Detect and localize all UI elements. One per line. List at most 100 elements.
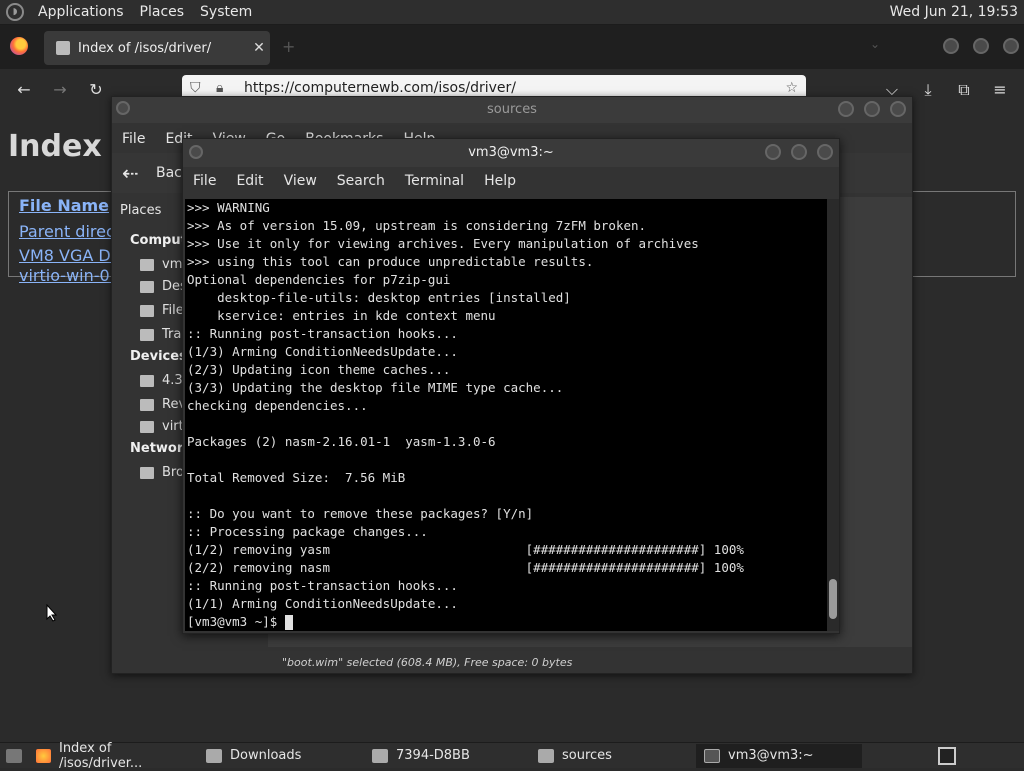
- drive-icon: [140, 398, 154, 411]
- terminal-menu-file[interactable]: File: [183, 169, 226, 193]
- fm-titlebar[interactable]: sources: [112, 97, 912, 123]
- terminal-title: vm3@vm3:~: [468, 145, 554, 160]
- menu-applications[interactable]: Applications: [30, 4, 132, 20]
- tab-list-icon[interactable]: ⌄: [870, 37, 880, 51]
- terminal-menu-icon[interactable]: [189, 145, 203, 159]
- network-icon: [140, 466, 154, 479]
- terminal-line: (1/2) removing yasm [###################…: [187, 542, 744, 557]
- sidebar-item[interactable]: Des: [140, 279, 187, 294]
- taskbar-item-active[interactable]: vm3@vm3:~: [696, 743, 862, 768]
- workspace-switcher-icon[interactable]: [938, 747, 956, 765]
- terminal-menu-search[interactable]: Search: [327, 169, 395, 193]
- browser-tab[interactable]: Index of /isos/driver/ ✕: [44, 31, 270, 65]
- close-tab-icon[interactable]: ✕: [248, 40, 270, 56]
- clock[interactable]: Wed Jun 21, 19:53: [890, 4, 1018, 20]
- show-desktop-icon[interactable]: [0, 744, 28, 768]
- terminal-menu-help[interactable]: Help: [474, 169, 526, 193]
- terminal-line: Total Removed Size: 7.56 MiB: [187, 470, 406, 485]
- fm-menu-icon[interactable]: [116, 101, 130, 115]
- sidebar-item[interactable]: 4.3: [140, 373, 183, 388]
- folder-icon: [538, 748, 554, 763]
- fm-close-icon[interactable]: [890, 101, 906, 117]
- fm-minimize-icon[interactable]: [838, 101, 854, 117]
- sidebar-item[interactable]: Tra: [140, 327, 181, 342]
- terminal-menu-edit[interactable]: Edit: [226, 169, 273, 193]
- menu-icon[interactable]: ≡: [988, 80, 1012, 99]
- table-row-link[interactable]: Parent direct: [19, 222, 121, 241]
- home-icon: [140, 258, 154, 271]
- url-text[interactable]: https://computernewb.com/isos/driver/: [244, 80, 516, 96]
- places-label[interactable]: Places: [120, 203, 161, 218]
- terminal-menu-terminal[interactable]: Terminal: [395, 169, 474, 193]
- forward-icon[interactable]: →: [48, 80, 72, 99]
- tab-title: Index of /isos/driver/: [78, 40, 212, 56]
- taskbar-item[interactable]: Index of /isos/driver...: [28, 741, 198, 771]
- sidebar-item[interactable]: Bro: [140, 465, 184, 480]
- terminal-titlebar[interactable]: vm3@vm3:~: [183, 139, 839, 167]
- table-row-link[interactable]: virtio-win-0.1: [19, 266, 125, 285]
- terminal-line: >>> using this tool can produce unpredic…: [187, 254, 594, 269]
- sidebar-item[interactable]: Rev: [140, 397, 186, 412]
- terminal-line: >>> WARNING: [187, 200, 270, 215]
- terminal-line: :: Do you want to remove these packages?…: [187, 506, 534, 521]
- terminal-scrollbar[interactable]: [827, 199, 839, 631]
- desktop-icon: [140, 280, 154, 293]
- terminal-line: (1/1) Arming ConditionNeedsUpdate...: [187, 596, 458, 611]
- distro-logo-icon[interactable]: ◗: [6, 3, 24, 21]
- maximize-icon[interactable]: [973, 38, 989, 54]
- taskbar-item[interactable]: 7394-D8BB: [364, 744, 530, 768]
- fm-menu-file[interactable]: File: [112, 125, 155, 153]
- terminal-line: :: Running post-transaction hooks...: [187, 326, 458, 341]
- taskbar-item[interactable]: Downloads: [198, 744, 364, 768]
- terminal-line: :: Running post-transaction hooks...: [187, 578, 458, 593]
- new-tab-icon[interactable]: +: [282, 37, 295, 56]
- terminal-line: Packages (2) nasm-2.16.01-1 yasm-1.3.0-6: [187, 434, 496, 449]
- firefox-icon: [36, 748, 51, 763]
- terminal-line: desktop-file-utils: desktop entries [ins…: [187, 290, 571, 305]
- table-row-link[interactable]: VM8 VGA Dr: [19, 246, 117, 265]
- taskbar-item[interactable]: sources: [530, 744, 696, 768]
- terminal-prompt[interactable]: [vm3@vm3 ~]$: [187, 613, 825, 631]
- terminal-output[interactable]: >>> WARNING >>> As of version 15.09, upst…: [185, 199, 827, 631]
- terminal-line: Optional dependencies for p7zip-gui: [187, 272, 451, 287]
- fm-maximize-icon[interactable]: [864, 101, 880, 117]
- fm-back-icon[interactable]: ⇠: [122, 161, 139, 185]
- terminal-line: (1/3) Arming ConditionNeedsUpdate...: [187, 344, 458, 359]
- menu-places[interactable]: Places: [132, 4, 193, 20]
- sidebar-item[interactable]: virt: [140, 419, 184, 434]
- drive-icon: [140, 420, 154, 433]
- download-icon[interactable]: ⤓: [916, 80, 940, 100]
- favicon-icon: [56, 41, 70, 55]
- terminal-line: (2/3) Updating icon theme caches...: [187, 362, 451, 377]
- close-window-icon[interactable]: [1003, 38, 1019, 54]
- tab-bar: Index of /isos/driver/ ✕ + ⌄: [0, 25, 1024, 69]
- back-icon[interactable]: ←: [12, 80, 36, 99]
- firefox-icon[interactable]: [10, 37, 28, 55]
- terminal-icon: [704, 748, 720, 763]
- terminal-line: (3/3) Updating the desktop file MIME typ…: [187, 380, 564, 395]
- terminal-close-icon[interactable]: [817, 144, 833, 160]
- terminal-line: :: Processing package changes...: [187, 524, 428, 539]
- drive-icon: [372, 748, 388, 763]
- scrollbar-thumb[interactable]: [829, 579, 837, 619]
- terminal-window: vm3@vm3:~ File Edit View Search Terminal Help…: [182, 138, 840, 634]
- terminal-minimize-icon[interactable]: [765, 144, 781, 160]
- mouse-pointer-icon: [46, 604, 58, 622]
- drive-icon: [140, 374, 154, 387]
- terminal-maximize-icon[interactable]: [791, 144, 807, 160]
- sidebar-item[interactable]: File: [140, 303, 184, 318]
- top-panel: ◗ Applications Places System Wed Jun 21,…: [0, 0, 1024, 25]
- minimize-icon[interactable]: [943, 38, 959, 54]
- folder-icon: [206, 748, 222, 763]
- trash-icon: [140, 328, 154, 341]
- column-header-file-name[interactable]: File Name: [19, 196, 109, 215]
- terminal-line: (2/2) removing nasm [###################…: [187, 560, 744, 575]
- sidebar-head-devices: Devices: [130, 349, 187, 364]
- reload-icon[interactable]: ↻: [84, 80, 108, 99]
- terminal-menu-view[interactable]: View: [274, 169, 327, 193]
- terminal-line: >>> As of version 15.09, upstream is con…: [187, 218, 647, 233]
- menu-system[interactable]: System: [192, 4, 260, 20]
- extensions-icon[interactable]: ⧉: [952, 80, 976, 100]
- terminal-line: checking dependencies...: [187, 398, 368, 413]
